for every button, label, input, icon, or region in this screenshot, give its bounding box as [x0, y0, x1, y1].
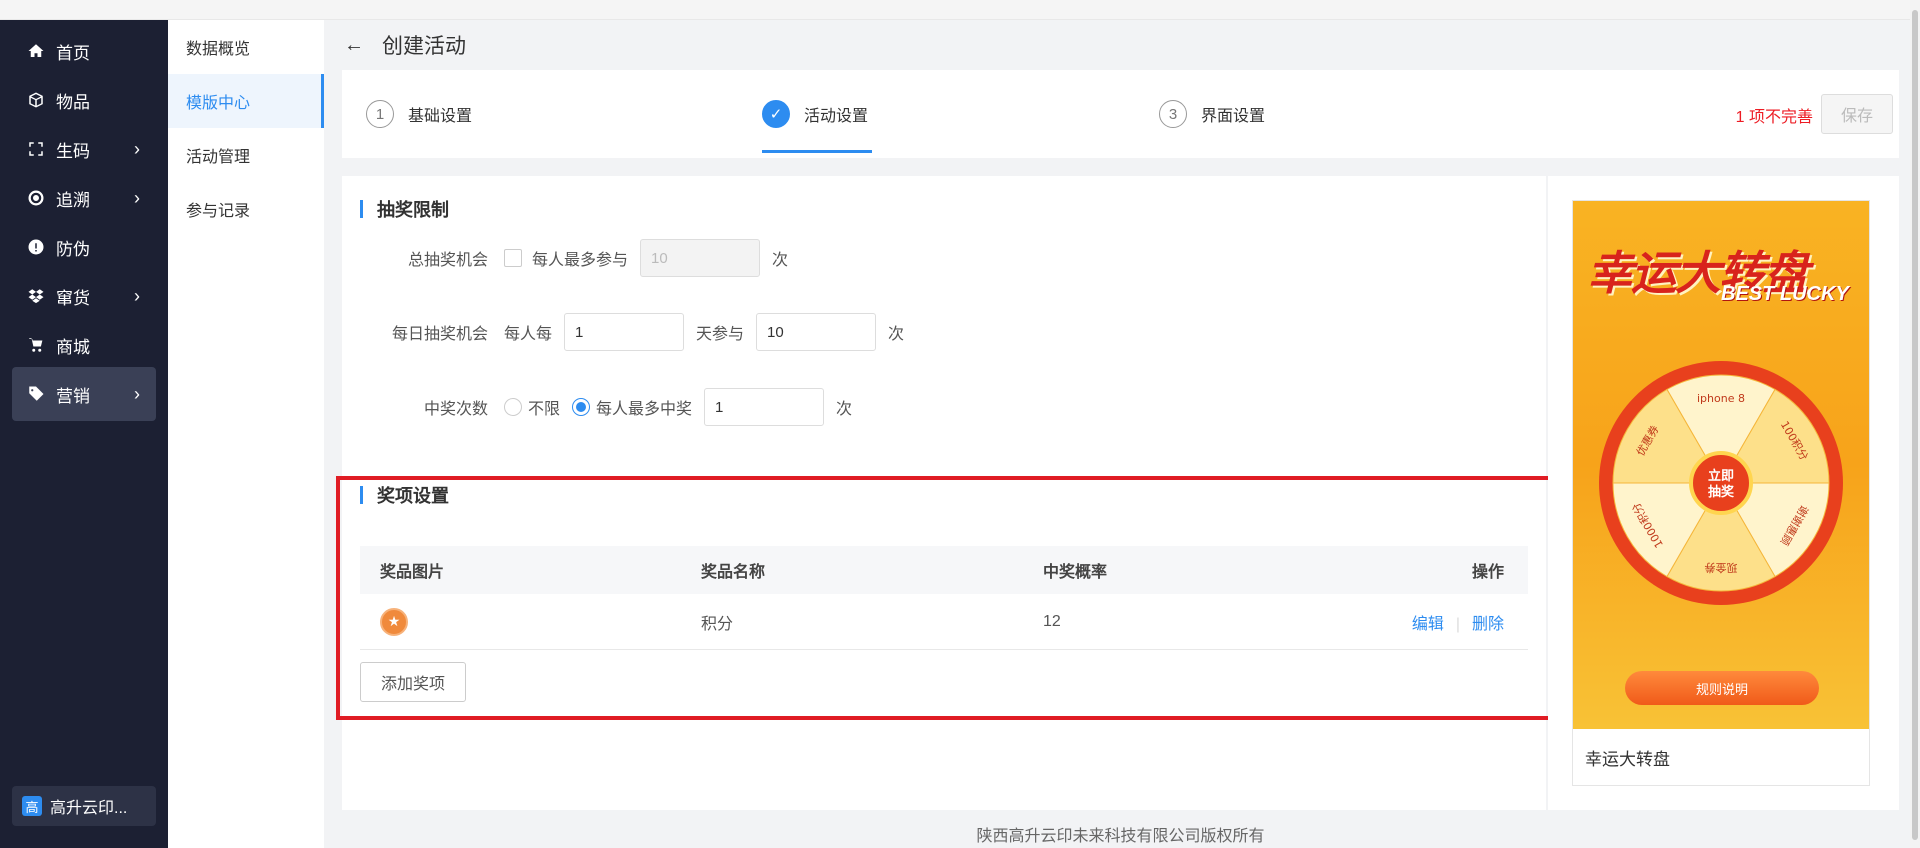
unit-label: 次: [836, 401, 853, 418]
step-label: 基础设置: [408, 108, 473, 125]
sidebar-item-label: 生码: [56, 141, 90, 161]
tag-icon: [26, 384, 46, 404]
submenu-item-activities[interactable]: 活动管理: [168, 128, 324, 182]
days-input[interactable]: 1: [564, 313, 685, 351]
rules-button[interactable]: 规则说明: [1625, 671, 1819, 705]
sidebar-item-anticounterfeit[interactable]: 防伪: [12, 220, 156, 274]
radio-label: 不限: [528, 401, 561, 418]
step-activity[interactable]: ✓ 活动设置: [762, 98, 868, 130]
scrollbar-thumb[interactable]: [1912, 10, 1918, 840]
sidebar-item-mall[interactable]: 商城: [12, 318, 156, 372]
section-marker: [360, 200, 363, 218]
sidebar-item-codegen[interactable]: 生码 ›: [12, 122, 156, 176]
wheel-segment-label: iphone 8: [1697, 392, 1745, 405]
footer-copyright: 陕西高升云印未来科技有限公司版权所有: [976, 828, 1265, 845]
sidebar-item-items[interactable]: 物品: [12, 73, 156, 127]
back-arrow-icon[interactable]: ←: [344, 34, 364, 57]
step-label: 界面设置: [1201, 108, 1266, 125]
dropbox-icon: [26, 286, 46, 306]
chevron-right-icon: ›: [134, 285, 140, 306]
unit-label: 次: [888, 326, 905, 343]
checkbox-label: 每人最多参与: [532, 252, 629, 269]
wheel-segment-label: 现金券: [1705, 561, 1738, 575]
incomplete-notice: 1 项不完善: [1735, 109, 1813, 126]
sidebar-item-label: 物品: [56, 92, 90, 112]
radio-label: 每人最多中奖: [596, 401, 693, 418]
field-label: 每日抽奖机会: [391, 326, 488, 343]
section-title-limits: 抽奖限制: [360, 196, 449, 222]
max-win-radio[interactable]: [572, 398, 591, 416]
home-icon: [26, 41, 46, 61]
chevron-right-icon: ›: [134, 187, 140, 208]
company-switcher[interactable]: 高 高升云印...: [12, 786, 156, 826]
preview-caption: 幸运大转盘: [1585, 750, 1670, 769]
daily-times-input[interactable]: 10: [756, 313, 877, 351]
sidebar-item-label: 窜货: [56, 288, 90, 308]
submenu: 数据概览 模版中心 活动管理 参与记录: [168, 20, 324, 848]
sidebar-item-label: 防伪: [56, 239, 90, 259]
page-title: 创建活动: [382, 35, 466, 58]
step-interface[interactable]: 3 界面设置: [1159, 98, 1265, 130]
step-basic[interactable]: 1 基础设置: [366, 98, 472, 130]
win-count-row: 中奖次数 不限 每人最多中奖 1 次: [342, 388, 852, 426]
step-number: 3: [1159, 100, 1187, 128]
highlight-box: [336, 476, 1555, 720]
save-button[interactable]: 保存: [1821, 94, 1893, 134]
target-icon: [26, 188, 46, 208]
page-header: ← 创建活动: [324, 20, 1920, 70]
total-chances-row: 总抽奖机会 每人最多参与 10 次: [342, 239, 788, 277]
poster-image: 幸运大转盘 BEST LUCKY iphone 8 100积分 谢谢惠顾 现金券 100…: [1573, 201, 1869, 729]
page-scrollbar[interactable]: [1910, 0, 1920, 848]
sidebar-item-label: 首页: [56, 43, 90, 63]
prefix-label: 每人每: [504, 326, 553, 343]
prize-wheel: iphone 8100积分谢谢惠顾现金券1000积分优惠券 立即 抽奖: [1599, 361, 1843, 605]
total-chances-input[interactable]: 10: [640, 239, 761, 277]
sidebar-item-label: 商城: [56, 337, 90, 357]
max-participate-checkbox[interactable]: [504, 249, 522, 267]
sidebar-item-label: 营销: [56, 386, 90, 406]
sidebar: 首页 物品 生码 › 追溯 › 防伪 窜货 › 商城 营销 › 高 高升云印..…: [0, 20, 168, 848]
max-win-input[interactable]: 1: [704, 388, 825, 426]
submenu-item-overview[interactable]: 数据概览: [168, 20, 324, 74]
sidebar-item-channel[interactable]: 窜货 ›: [12, 269, 156, 323]
cart-icon: [26, 335, 46, 355]
alert-icon: [26, 237, 46, 257]
section-title-text: 抽奖限制: [377, 200, 449, 220]
top-strip: [0, 0, 1920, 20]
step-number: 1: [366, 100, 394, 128]
scan-icon: [26, 139, 46, 159]
chevron-right-icon: ›: [134, 383, 140, 404]
company-logo: 高: [22, 796, 42, 816]
wheel-center-label: 抽奖: [1708, 484, 1735, 500]
daily-chances-row: 每日抽奖机会 每人每 1 天参与 10 次: [342, 313, 904, 351]
chevron-right-icon: ›: [134, 138, 140, 159]
step-label: 活动设置: [804, 108, 869, 125]
preview-card[interactable]: 幸运大转盘 BEST LUCKY iphone 8 100积分 谢谢惠顾 现金券 100…: [1572, 200, 1870, 786]
wheel-center-label: 立即: [1708, 468, 1734, 484]
box-icon: [26, 90, 46, 110]
sidebar-item-label: 追溯: [56, 190, 90, 210]
sidebar-item-marketing[interactable]: 营销 ›: [12, 367, 156, 421]
submenu-item-records[interactable]: 参与记录: [168, 182, 324, 236]
field-label: 总抽奖机会: [407, 252, 488, 269]
mid-label: 天参与: [696, 326, 745, 343]
preview-panel: 幸运大转盘 BEST LUCKY iphone 8 100积分 谢谢惠顾 现金券 100…: [1548, 176, 1899, 810]
steps-bar: 1 基础设置 ✓ 活动设置 3 界面设置 1 项不完善 保存: [342, 70, 1899, 158]
step-active-indicator: [762, 150, 872, 153]
unlimited-radio[interactable]: [504, 398, 522, 416]
sidebar-item-trace[interactable]: 追溯 ›: [12, 171, 156, 225]
check-icon: ✓: [762, 100, 790, 128]
sidebar-item-home[interactable]: 首页: [12, 24, 156, 78]
submenu-item-templates[interactable]: 模版中心: [168, 74, 324, 128]
field-label: 中奖次数: [423, 401, 488, 418]
company-name: 高升云印...: [50, 800, 128, 817]
unit-label: 次: [772, 252, 789, 269]
